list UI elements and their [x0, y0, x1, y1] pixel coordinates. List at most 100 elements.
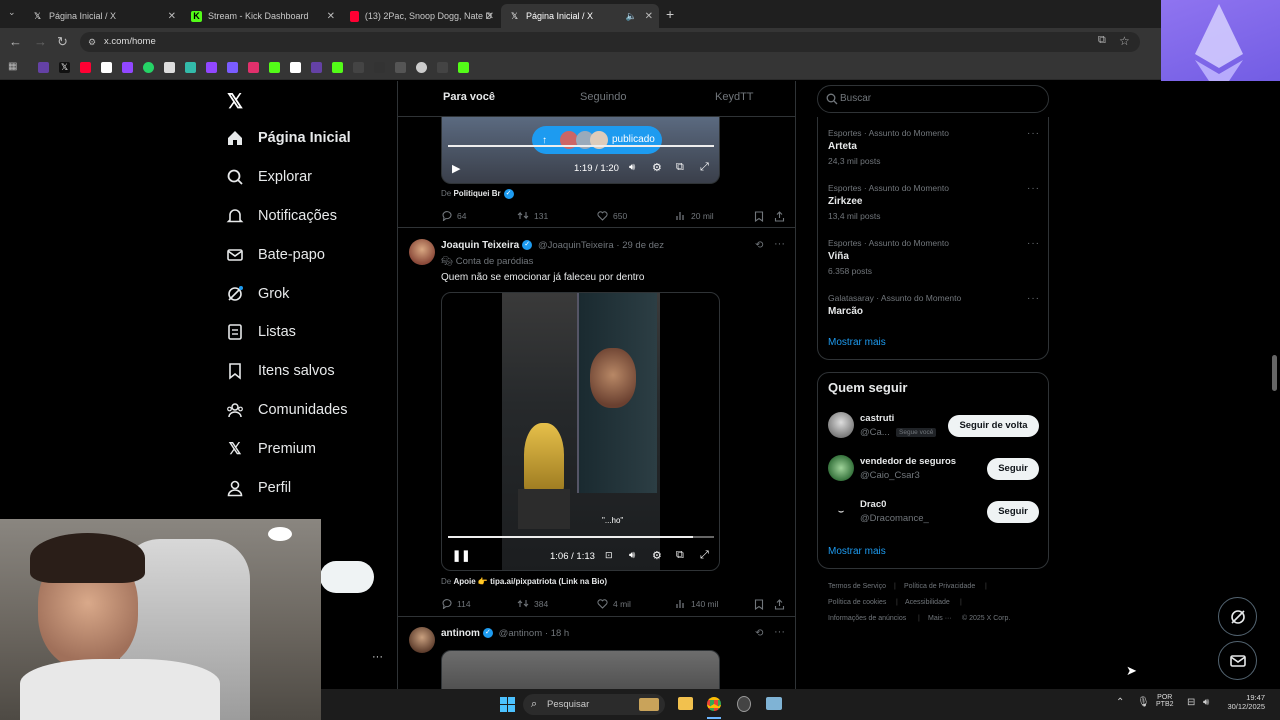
- post1-video[interactable]: ↑ publicado ▶ 1:19 / 1:20 🔊︎ ⚙ ⧉ ⤢: [441, 117, 720, 184]
- footer-terms[interactable]: Termos de Serviço: [828, 583, 886, 590]
- bookmark-n-icon[interactable]: [290, 62, 301, 73]
- sidebar-item-chat[interactable]: Bate-papo: [226, 240, 325, 270]
- reply-button[interactable]: 114: [441, 598, 471, 609]
- show-more-follow-link[interactable]: Mostrar mais: [828, 546, 886, 557]
- bookmark-gray-icon[interactable]: [374, 62, 385, 73]
- bookmark-twitch3-icon[interactable]: [206, 62, 217, 73]
- tab-following[interactable]: Seguindo: [580, 91, 627, 103]
- remote-desktop-icon[interactable]: [766, 697, 782, 710]
- bookmark-ship-icon[interactable]: [437, 62, 448, 73]
- avatar[interactable]: [828, 412, 854, 438]
- close-icon[interactable]: ✕: [327, 11, 335, 22]
- tab-for-you[interactable]: Para você: [443, 91, 495, 103]
- follow-button[interactable]: Seguir: [987, 501, 1039, 523]
- bookmark-x-icon[interactable]: 𝕏: [59, 62, 70, 73]
- bookmark-circle-icon[interactable]: [416, 62, 427, 73]
- user-name[interactable]: castruti: [860, 413, 894, 424]
- user-name[interactable]: vendedor de seguros: [860, 456, 956, 467]
- sidebar-item-explore[interactable]: Explorar: [226, 162, 312, 192]
- footer-cookies[interactable]: Política de cookies: [828, 599, 886, 606]
- captions-icon[interactable]: ⊡: [605, 550, 613, 561]
- file-explorer-icon[interactable]: [678, 697, 693, 710]
- user-handle[interactable]: @Caio_Csar3: [860, 470, 920, 481]
- author-handle[interactable]: @antinom: [499, 628, 542, 639]
- repost-button[interactable]: 384: [517, 598, 548, 609]
- forward-arrow-icon[interactable]: →: [34, 34, 47, 49]
- volume-icon[interactable]: 🔊︎: [629, 550, 635, 561]
- search-input[interactable]: Buscar: [817, 85, 1049, 113]
- bookmark-arrow-icon[interactable]: [353, 62, 364, 73]
- bookmark-kick2-icon[interactable]: [332, 62, 343, 73]
- views-button[interactable]: 140 mil: [675, 598, 718, 609]
- post-date[interactable]: · 29 de dez: [616, 240, 664, 251]
- apps-grid-icon[interactable]: ▦: [8, 61, 17, 72]
- views-button[interactable]: 20 mil: [675, 210, 714, 221]
- avatar[interactable]: [409, 239, 435, 265]
- windows-start-icon[interactable]: [500, 697, 515, 717]
- bookmark-youtube-icon[interactable]: [80, 62, 91, 73]
- tab-youtube[interactable]: (13) 2Pac, Snoop Dogg, Nate D ✕: [342, 4, 500, 28]
- tab-search-icon[interactable]: ⌄: [8, 7, 16, 18]
- video-progress[interactable]: [448, 536, 714, 538]
- bookmark-doc-icon[interactable]: [164, 62, 175, 73]
- bookmark-icon[interactable]: [754, 597, 764, 615]
- more-icon[interactable]: ···: [774, 626, 785, 638]
- author-name[interactable]: Joaquin Teixeira: [441, 240, 519, 251]
- volume-icon[interactable]: 🔊︎: [629, 162, 635, 173]
- follow-button[interactable]: Seguir: [987, 458, 1039, 480]
- like-button[interactable]: 650: [597, 210, 627, 221]
- published-badge[interactable]: ↑ publicado: [532, 126, 662, 154]
- author-name[interactable]: antinom: [441, 628, 480, 639]
- fullscreen-icon[interactable]: ⤢: [700, 549, 709, 562]
- author-handle[interactable]: @JoaquinTeixeira: [538, 240, 614, 251]
- bookmark-whatsapp-icon[interactable]: [143, 62, 154, 73]
- site-info-icon[interactable]: ⚙: [88, 32, 96, 52]
- sidebar-item-communities[interactable]: Comunidades: [226, 395, 347, 425]
- reload-icon[interactable]: ↻: [57, 34, 68, 50]
- more-icon[interactable]: ···: [774, 238, 785, 250]
- show-more-trends-link[interactable]: Mostrar mais: [828, 337, 886, 348]
- fullscreen-icon[interactable]: ⤢: [700, 161, 709, 174]
- post3-media[interactable]: [441, 650, 720, 689]
- share-icon[interactable]: [774, 209, 785, 227]
- user-handle[interactable]: @Dracomance_: [860, 513, 929, 524]
- avatar[interactable]: ⌣: [828, 499, 854, 525]
- volume-icon[interactable]: 🔊︎: [1203, 697, 1209, 708]
- install-icon[interactable]: ⧉: [1098, 34, 1106, 47]
- sidebar-item-bookmarks[interactable]: Itens salvos: [226, 356, 335, 386]
- post-date[interactable]: · 18 h: [545, 628, 569, 639]
- share-icon[interactable]: [774, 597, 785, 615]
- grok-icon[interactable]: ⟲: [755, 628, 763, 639]
- video-progress[interactable]: [448, 145, 714, 147]
- post2-source[interactable]: De Apoie 👉 tipa.ai/pixpatriota (Link na …: [441, 577, 607, 586]
- sidebar-item-grok[interactable]: Grok: [226, 279, 289, 309]
- sidebar-item-lists[interactable]: Listas: [226, 317, 296, 347]
- clock[interactable]: 19:47 30/12/2025: [1219, 693, 1265, 711]
- bookmark-kick-icon[interactable]: [269, 62, 280, 73]
- sidebar-item-profile[interactable]: Perfil: [226, 473, 291, 503]
- footer-ads[interactable]: Informações de anúncios: [828, 615, 906, 622]
- microphone-icon[interactable]: 🎙︎: [1137, 697, 1150, 708]
- user-handle[interactable]: @Ca...: [860, 427, 890, 438]
- follow-back-button[interactable]: Seguir de volta: [948, 415, 1039, 437]
- close-icon[interactable]: ✕: [168, 11, 176, 22]
- messages-float-button[interactable]: [1218, 641, 1257, 680]
- post-button[interactable]: [320, 561, 374, 593]
- bookmark-twitch4-icon[interactable]: [311, 62, 322, 73]
- chrome-icon[interactable]: [707, 697, 721, 711]
- bookmark-purple-icon[interactable]: [227, 62, 238, 73]
- tab-kick-dashboard[interactable]: K Stream - Kick Dashboard ✕: [183, 4, 341, 28]
- back-arrow-icon[interactable]: ←: [9, 34, 22, 49]
- x-logo-icon[interactable]: 𝕏: [227, 89, 243, 114]
- bookmark-instagram-icon[interactable]: [248, 62, 259, 73]
- more-icon[interactable]: ···: [1027, 128, 1040, 139]
- more-icon[interactable]: ···: [1027, 183, 1040, 194]
- footer-privacy[interactable]: Política de Privacidade: [904, 583, 975, 590]
- avatar[interactable]: [409, 627, 435, 653]
- tab-keydtt[interactable]: KeydTT: [715, 91, 754, 103]
- sidebar-item-home[interactable]: Página Inicial: [226, 123, 351, 153]
- play-icon[interactable]: ▶: [452, 162, 460, 175]
- post1-source[interactable]: De Politiquei Br ✓: [441, 189, 514, 199]
- pip-icon[interactable]: ⧉: [676, 549, 684, 562]
- settings-icon[interactable]: ⚙: [652, 161, 662, 174]
